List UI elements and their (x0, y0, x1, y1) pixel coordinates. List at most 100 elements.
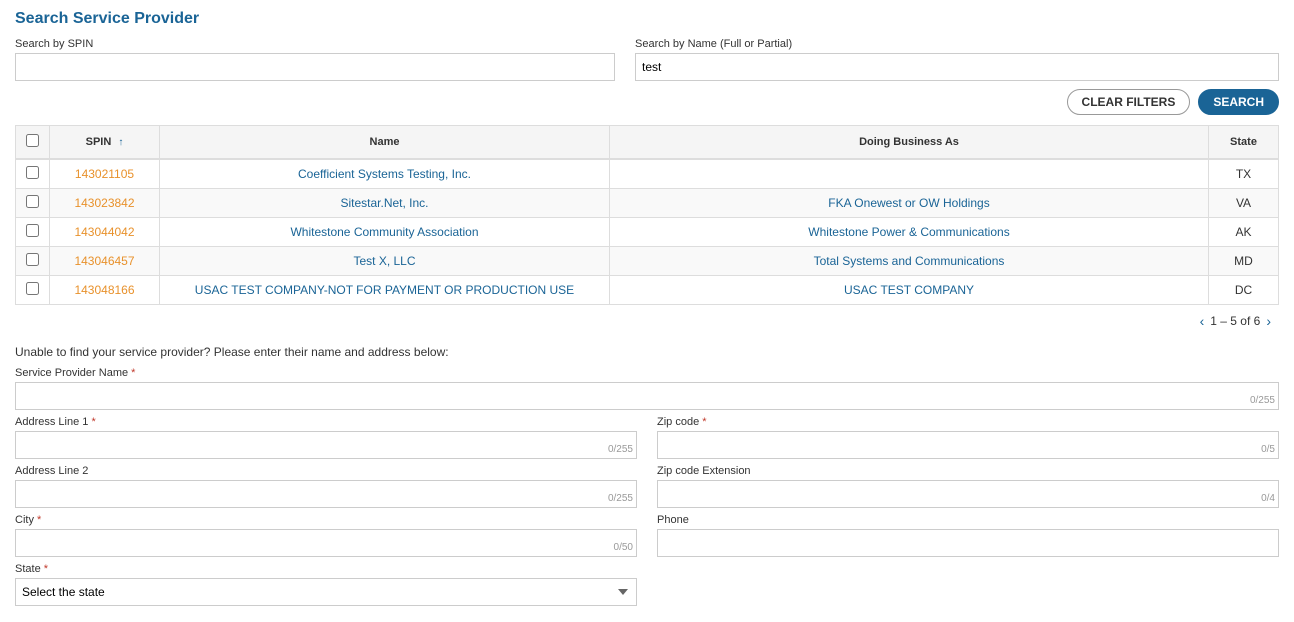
search-section: Search by SPIN Search by Name (Full or P… (15, 38, 1279, 81)
dba-cell[interactable]: Whitestone Power & Communications (610, 218, 1209, 247)
results-table: SPIN ↑ Name Doing Business As State 1430… (15, 125, 1279, 305)
row-checkbox[interactable] (26, 166, 39, 179)
city-wrapper: 0/50 (15, 529, 637, 557)
row-checkbox[interactable] (26, 224, 39, 237)
spin-label: Search by SPIN (15, 38, 615, 50)
row-checkbox-cell (16, 218, 50, 247)
address2-group: Address Line 2 0/255 (15, 465, 637, 508)
state-label: State * (15, 563, 637, 575)
spin-cell[interactable]: 143023842 (50, 189, 160, 218)
prev-page-button[interactable]: ‹ (1200, 313, 1205, 329)
dba-cell[interactable]: Total Systems and Communications (610, 247, 1209, 276)
manual-entry-section: Unable to find your service provider? Pl… (15, 345, 1279, 606)
zip-extension-wrapper: 0/4 (657, 480, 1279, 508)
row-checkbox[interactable] (26, 195, 39, 208)
zip-extension-counter: 0/4 (1261, 493, 1275, 504)
zipcode-group: Zip code * 0/5 (657, 416, 1279, 459)
table-header-row: SPIN ↑ Name Doing Business As State (16, 126, 1279, 160)
row-city-phone: City * 0/50 Phone (15, 514, 1279, 563)
table-row: 143046457 Test X, LLC Total Systems and … (16, 247, 1279, 276)
zipcode-counter: 0/5 (1261, 444, 1275, 455)
state-cell: MD (1209, 247, 1279, 276)
address2-counter: 0/255 (608, 493, 633, 504)
spin-cell[interactable]: 143021105 (50, 159, 160, 189)
next-page-button[interactable]: › (1266, 313, 1271, 329)
city-counter: 0/50 (614, 542, 633, 553)
state-group: State * Select the stateALAKAZARCACOCTDC… (15, 563, 647, 606)
dba-cell (610, 159, 1209, 189)
address1-group: Address Line 1 * 0/255 (15, 416, 637, 459)
spin-cell[interactable]: 143048166 (50, 276, 160, 305)
name-label: Search by Name (Full or Partial) (635, 38, 1279, 50)
provider-name-label: Service Provider Name * (15, 367, 1279, 379)
button-row: CLEAR FILTERS SEARCH (15, 89, 1279, 115)
zip-extension-input[interactable] (657, 480, 1279, 508)
address2-label: Address Line 2 (15, 465, 637, 477)
pagination-info: 1 – 5 of 6 (1210, 314, 1260, 328)
spin-input[interactable] (15, 53, 615, 81)
name-search-group: Search by Name (Full or Partial) (635, 38, 1279, 81)
zipcode-wrapper: 0/5 (657, 431, 1279, 459)
row-address2-zipext: Address Line 2 0/255 Zip code Extension … (15, 465, 1279, 514)
dba-cell[interactable]: USAC TEST COMPANY (610, 276, 1209, 305)
name-cell[interactable]: USAC TEST COMPANY-NOT FOR PAYMENT OR PRO… (160, 276, 610, 305)
phone-group: Phone (657, 514, 1279, 557)
provider-name-wrapper: 0/255 (15, 382, 1279, 410)
provider-name-group: Service Provider Name * 0/255 (15, 367, 1279, 410)
zip-extension-group: Zip code Extension 0/4 (657, 465, 1279, 508)
select-all-header (16, 126, 50, 160)
state-cell: AK (1209, 218, 1279, 247)
row-checkbox-cell (16, 247, 50, 276)
row-address1-zip: Address Line 1 * 0/255 Zip code * 0/5 (15, 416, 1279, 465)
state-cell: DC (1209, 276, 1279, 305)
name-cell[interactable]: Test X, LLC (160, 247, 610, 276)
phone-input[interactable] (657, 529, 1279, 557)
spin-column-header: SPIN ↑ (50, 126, 160, 160)
table-row: 143044042 Whitestone Community Associati… (16, 218, 1279, 247)
state-select[interactable]: Select the stateALAKAZARCACOCTDCDEFLGAHI… (15, 578, 637, 606)
address1-counter: 0/255 (608, 444, 633, 455)
zipcode-label: Zip code * (657, 416, 1279, 428)
address1-wrapper: 0/255 (15, 431, 637, 459)
address2-input[interactable] (15, 480, 637, 508)
sort-icon[interactable]: ↑ (118, 137, 123, 148)
table-row: 143023842 Sitestar.Net, Inc. FKA Onewest… (16, 189, 1279, 218)
name-cell[interactable]: Coefficient Systems Testing, Inc. (160, 159, 610, 189)
select-all-checkbox[interactable] (26, 134, 39, 147)
spin-cell[interactable]: 143046457 (50, 247, 160, 276)
address1-label: Address Line 1 * (15, 416, 637, 428)
req-star: * (131, 367, 135, 379)
state-column-header: State (1209, 126, 1279, 160)
row-checkbox-cell (16, 159, 50, 189)
row-checkbox-cell (16, 276, 50, 305)
name-cell[interactable]: Whitestone Community Association (160, 218, 610, 247)
pagination: ‹ 1 – 5 of 6 › (15, 309, 1279, 333)
row-checkbox[interactable] (26, 253, 39, 266)
name-input[interactable] (635, 53, 1279, 81)
provider-name-input[interactable] (15, 382, 1279, 410)
name-column-header: Name (160, 126, 610, 160)
name-cell[interactable]: Sitestar.Net, Inc. (160, 189, 610, 218)
search-button[interactable]: SEARCH (1198, 89, 1279, 115)
address1-input[interactable] (15, 431, 637, 459)
table-row: 143021105 Coefficient Systems Testing, I… (16, 159, 1279, 189)
address2-wrapper: 0/255 (15, 480, 637, 508)
no-provider-notice: Unable to find your service provider? Pl… (15, 345, 1279, 359)
spin-search-group: Search by SPIN (15, 38, 615, 81)
city-label: City * (15, 514, 637, 526)
table-row: 143048166 USAC TEST COMPANY-NOT FOR PAYM… (16, 276, 1279, 305)
row-checkbox-cell (16, 189, 50, 218)
clear-filters-button[interactable]: CLEAR FILTERS (1067, 89, 1191, 115)
page-title: Search Service Provider (15, 10, 1279, 28)
dba-column-header: Doing Business As (610, 126, 1209, 160)
state-cell: VA (1209, 189, 1279, 218)
zip-extension-label: Zip code Extension (657, 465, 1279, 477)
phone-label: Phone (657, 514, 1279, 526)
dba-cell[interactable]: FKA Onewest or OW Holdings (610, 189, 1209, 218)
spin-cell[interactable]: 143044042 (50, 218, 160, 247)
city-input[interactable] (15, 529, 637, 557)
state-cell: TX (1209, 159, 1279, 189)
row-checkbox[interactable] (26, 282, 39, 295)
zipcode-input[interactable] (657, 431, 1279, 459)
city-group: City * 0/50 (15, 514, 637, 557)
